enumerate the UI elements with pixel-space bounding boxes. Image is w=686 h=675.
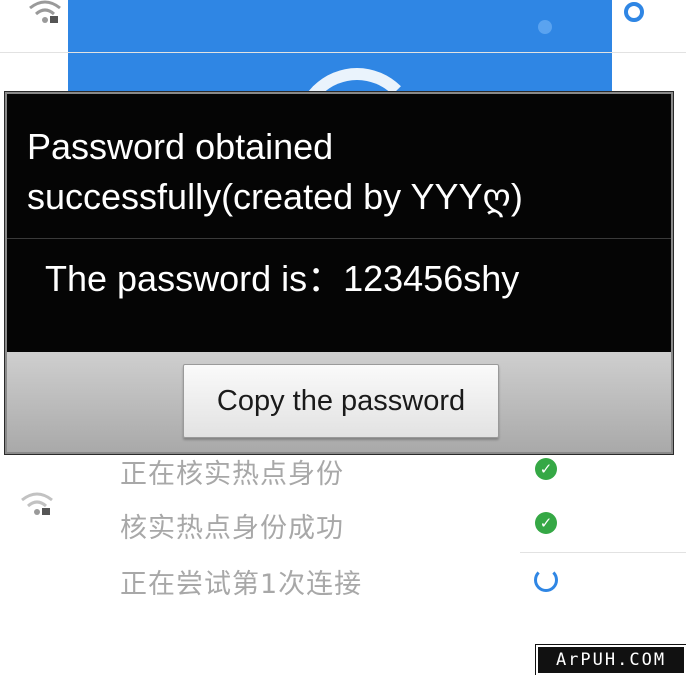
- watermark-logo: ArPUH.COM: [535, 644, 686, 675]
- key-icon[interactable]: [624, 2, 644, 22]
- step-label-connecting: 正在尝试第1次连接: [120, 569, 363, 600]
- password-message: The password is：123456shy: [45, 258, 520, 299]
- divider: [520, 552, 686, 553]
- check-icon: ✓: [535, 458, 557, 480]
- dialog-divider: [7, 238, 671, 239]
- spinner-icon: [534, 568, 558, 592]
- dialog-content: Password obtained successfully(created b…: [7, 94, 671, 352]
- wifi-locked-icon: [28, 0, 62, 26]
- password-dialog: Password obtained successfully(created b…: [5, 92, 673, 454]
- divider: [0, 52, 686, 53]
- dialog-button-bar: Copy the password: [7, 352, 671, 452]
- step-label-verified: 核实热点身份成功: [120, 513, 344, 544]
- decorative-dot: [538, 20, 552, 34]
- dialog-title: Password obtained successfully(created b…: [27, 126, 523, 217]
- wifi-locked-icon: [20, 492, 54, 518]
- check-icon: ✓: [535, 512, 557, 534]
- step-label-verifying: 正在核实热点身份: [120, 459, 344, 490]
- copy-password-button[interactable]: Copy the password: [183, 364, 499, 438]
